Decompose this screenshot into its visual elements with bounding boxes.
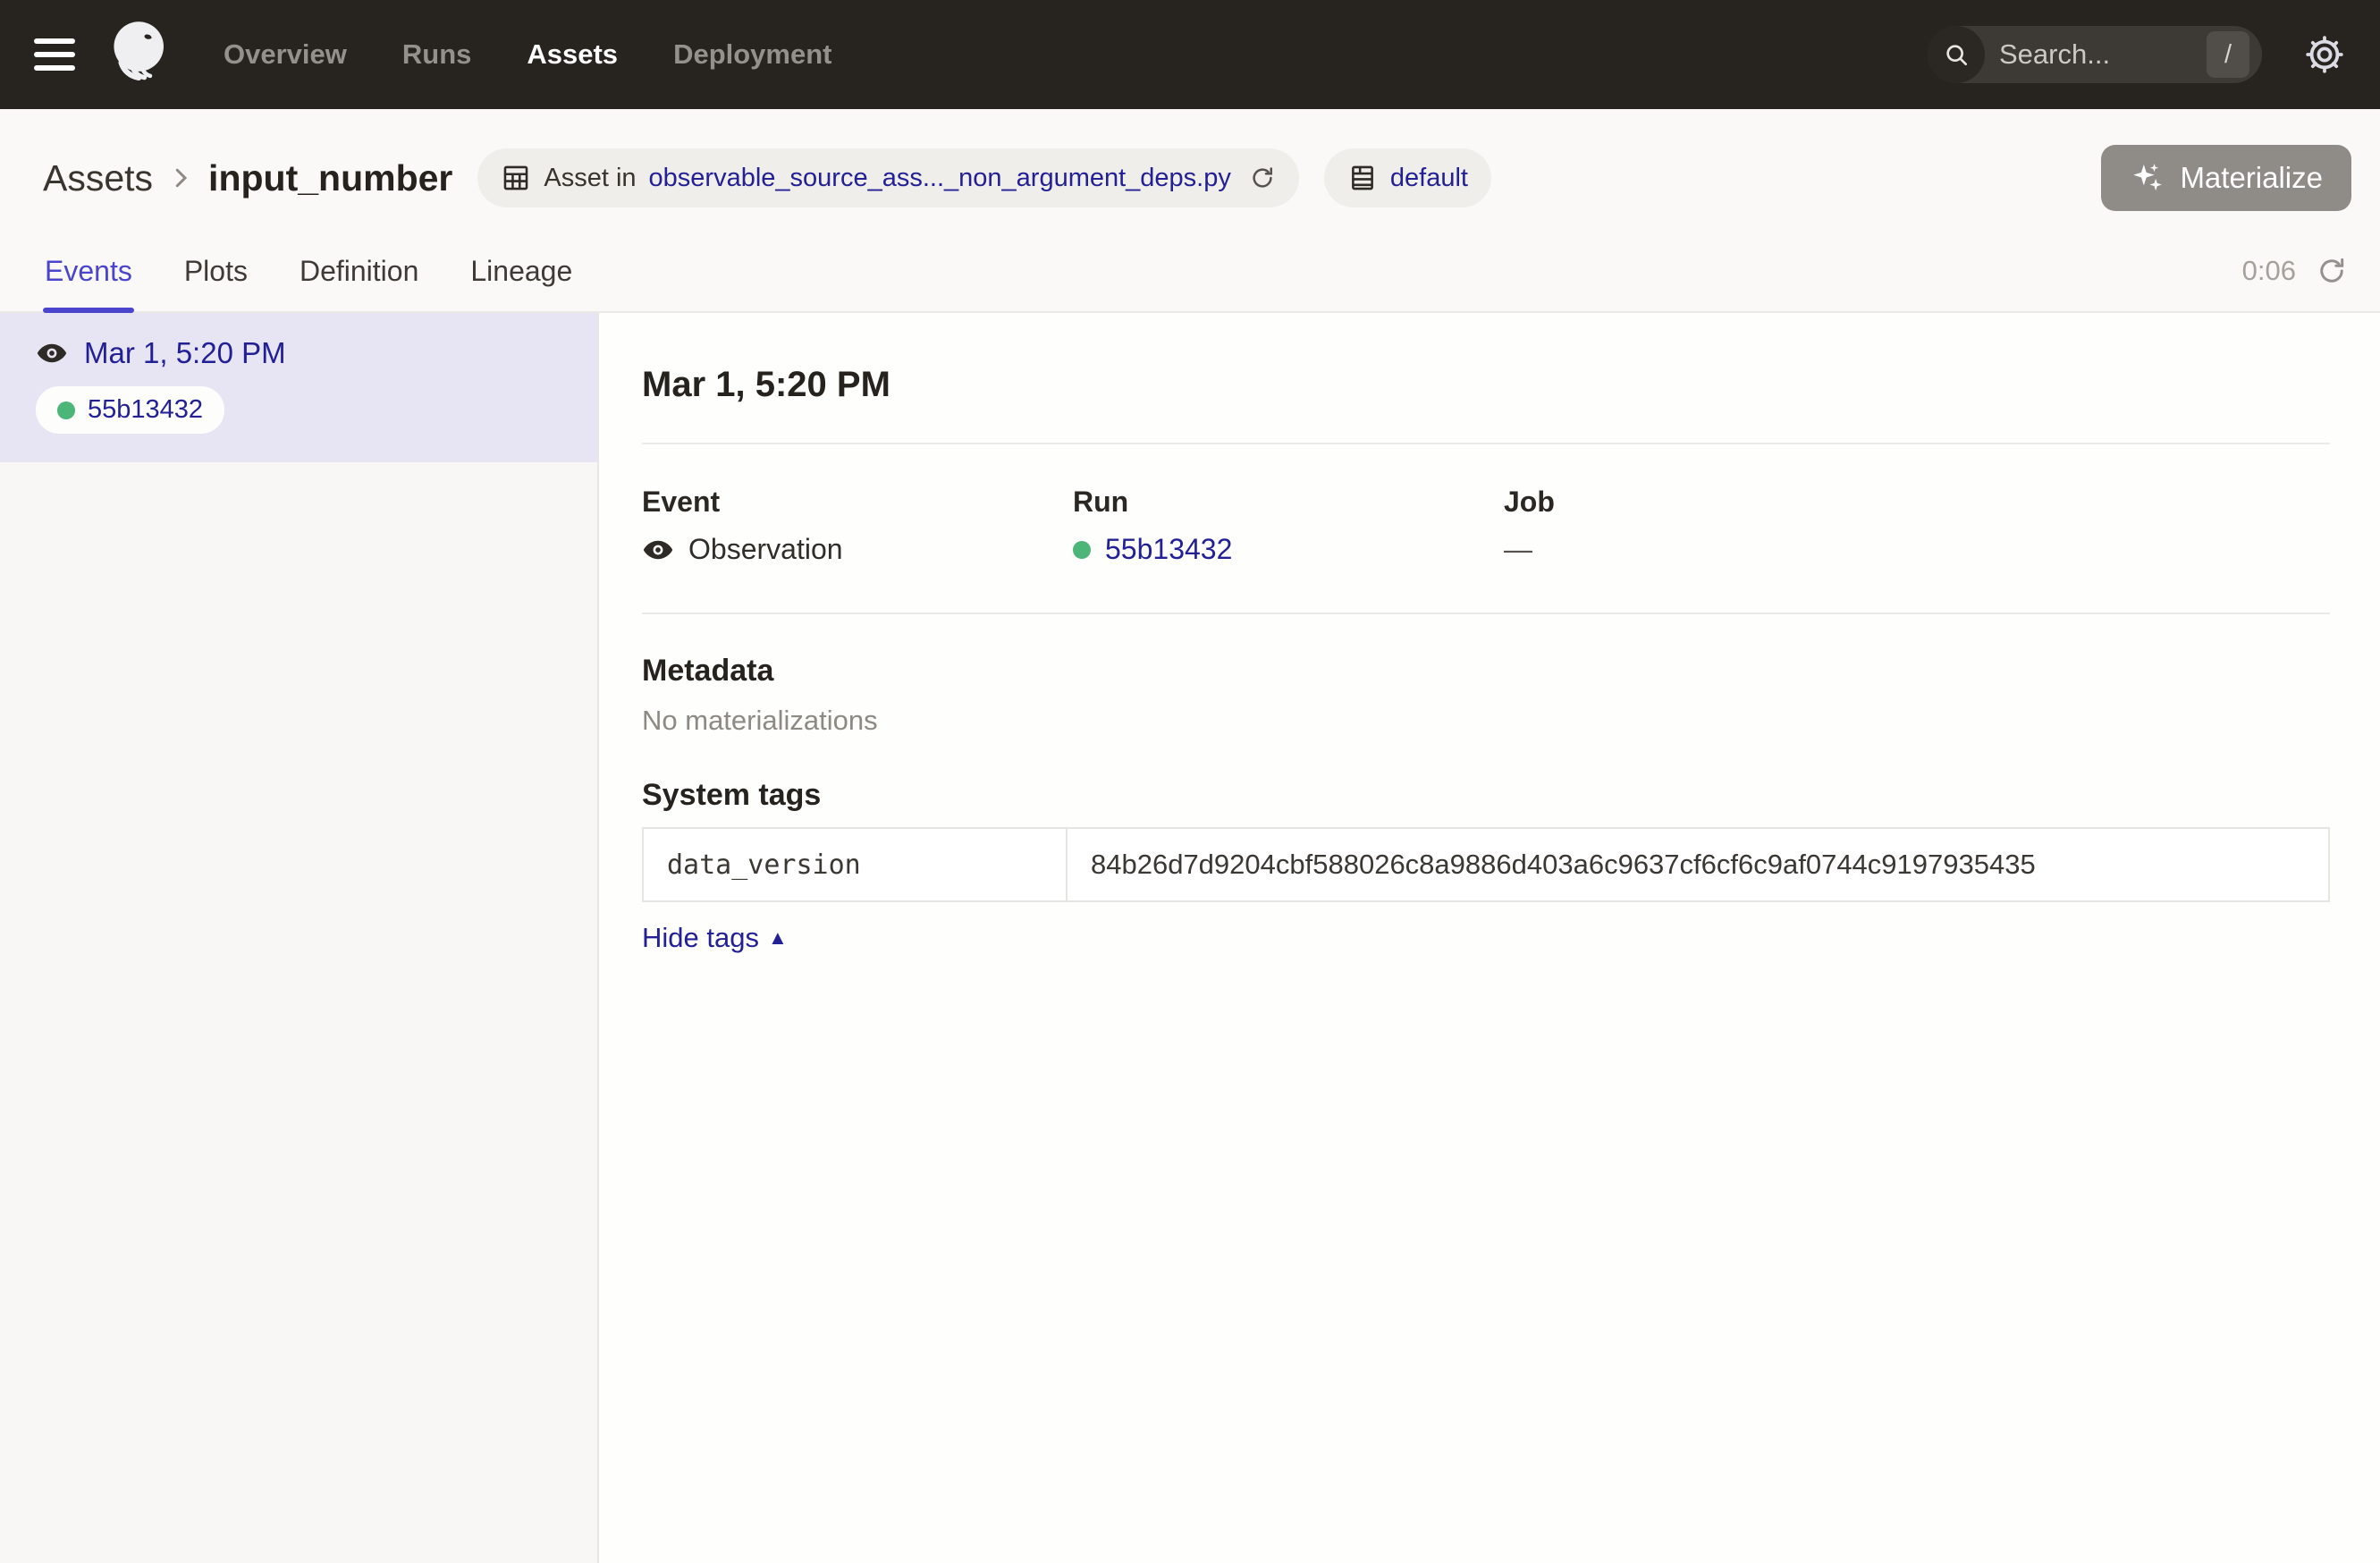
- menu-icon[interactable]: [34, 35, 79, 74]
- run-status-dot: [57, 401, 75, 419]
- repository-link[interactable]: default: [1390, 164, 1468, 193]
- nav-item-overview[interactable]: Overview: [224, 38, 347, 71]
- breadcrumb: Assets input_number: [43, 157, 452, 199]
- tab-events[interactable]: Events: [43, 231, 134, 311]
- observation-eye-icon: [36, 337, 68, 369]
- event-detail-title: Mar 1, 5:20 PM: [642, 365, 2330, 405]
- event-detail-panel: Mar 1, 5:20 PM Event Observation: [599, 313, 2380, 1563]
- hide-tags-label: Hide tags: [642, 922, 759, 954]
- search-shortcut-key: /: [2207, 31, 2249, 78]
- event-run-pill[interactable]: 55b13432: [36, 386, 224, 434]
- hide-tags-link[interactable]: Hide tags ▲: [642, 922, 788, 954]
- event-list-item[interactable]: Mar 1, 5:20 PM 55b13432: [0, 313, 597, 462]
- event-type: Observation: [688, 533, 843, 566]
- divider: [642, 613, 2330, 614]
- event-column-header: Event: [642, 486, 1073, 519]
- search-box[interactable]: /: [1928, 26, 2262, 83]
- divider: [642, 443, 2330, 444]
- tab-definition[interactable]: Definition: [298, 231, 420, 311]
- dagster-logo-icon: [102, 16, 179, 93]
- refresh-countdown: 0:06: [2242, 255, 2296, 287]
- repository-badge: default: [1324, 148, 1491, 207]
- nav-item-deployment[interactable]: Deployment: [673, 38, 831, 71]
- asset-location-prefix: Asset in: [544, 164, 636, 193]
- run-status-dot: [1073, 541, 1091, 559]
- search-input[interactable]: [1985, 38, 2207, 71]
- system-tags-table: data_version 84b26d7d9204cbf588026c8a988…: [642, 827, 2330, 902]
- code-location-link[interactable]: observable_source_ass..._non_argument_de…: [649, 164, 1231, 193]
- asset-page-header: Assets input_number Asset in observable_…: [0, 109, 2380, 231]
- run-id-link[interactable]: 55b13432: [1105, 533, 1232, 566]
- tab-lineage[interactable]: Lineage: [468, 231, 574, 311]
- tab-plots[interactable]: Plots: [182, 231, 249, 311]
- reload-location-icon[interactable]: [1249, 165, 1276, 191]
- asset-name: input_number: [208, 157, 452, 199]
- event-list-sidebar: Mar 1, 5:20 PM 55b13432: [0, 313, 599, 1563]
- events-content: Mar 1, 5:20 PM 55b13432 Mar 1, 5:20 PM E…: [0, 313, 2380, 1563]
- asset-location-badge: Asset in observable_source_ass..._non_ar…: [477, 148, 1299, 207]
- settings-gear-icon[interactable]: [2303, 33, 2346, 76]
- job-empty-value: —: [1504, 533, 1532, 566]
- event-date: Mar 1, 5:20 PM: [84, 336, 286, 370]
- refresh-timer: 0:06: [2242, 231, 2348, 311]
- run-column-header: Run: [1073, 486, 1504, 519]
- table-grid-icon: [501, 163, 531, 193]
- observation-eye-icon: [642, 534, 674, 566]
- search-icon: [1928, 26, 1985, 83]
- refresh-icon[interactable]: [2316, 255, 2348, 287]
- primary-nav: Overview Runs Assets Deployment: [224, 38, 831, 71]
- nav-item-runs[interactable]: Runs: [402, 38, 472, 71]
- event-summary-columns: Event Observation Run: [642, 486, 2330, 566]
- repository-icon: [1347, 163, 1378, 193]
- breadcrumb-assets-link[interactable]: Assets: [43, 157, 153, 199]
- materialize-label: Materialize: [2180, 161, 2323, 195]
- chevron-right-icon: [167, 165, 194, 191]
- metadata-empty-text: No materializations: [642, 705, 2330, 737]
- tag-value-cell: 84b26d7d9204cbf588026c8a9886d403a6c9637c…: [1068, 829, 2328, 900]
- tag-key-cell: data_version: [644, 829, 1068, 900]
- system-tags-heading: System tags: [642, 778, 2330, 813]
- top-nav: Overview Runs Assets Deployment /: [0, 0, 2380, 109]
- sparkle-icon: [2130, 160, 2165, 196]
- caret-up-icon: ▲: [768, 926, 788, 950]
- event-run-id: 55b13432: [88, 395, 203, 425]
- job-column-header: Job: [1504, 486, 2330, 519]
- materialize-button[interactable]: Materialize: [2101, 145, 2351, 211]
- metadata-heading: Metadata: [642, 654, 2330, 689]
- nav-item-assets[interactable]: Assets: [527, 38, 618, 71]
- dagster-app: Overview Runs Assets Deployment /: [0, 0, 2380, 1563]
- asset-tabs: Events Plots Definition Lineage 0:06: [0, 231, 2380, 313]
